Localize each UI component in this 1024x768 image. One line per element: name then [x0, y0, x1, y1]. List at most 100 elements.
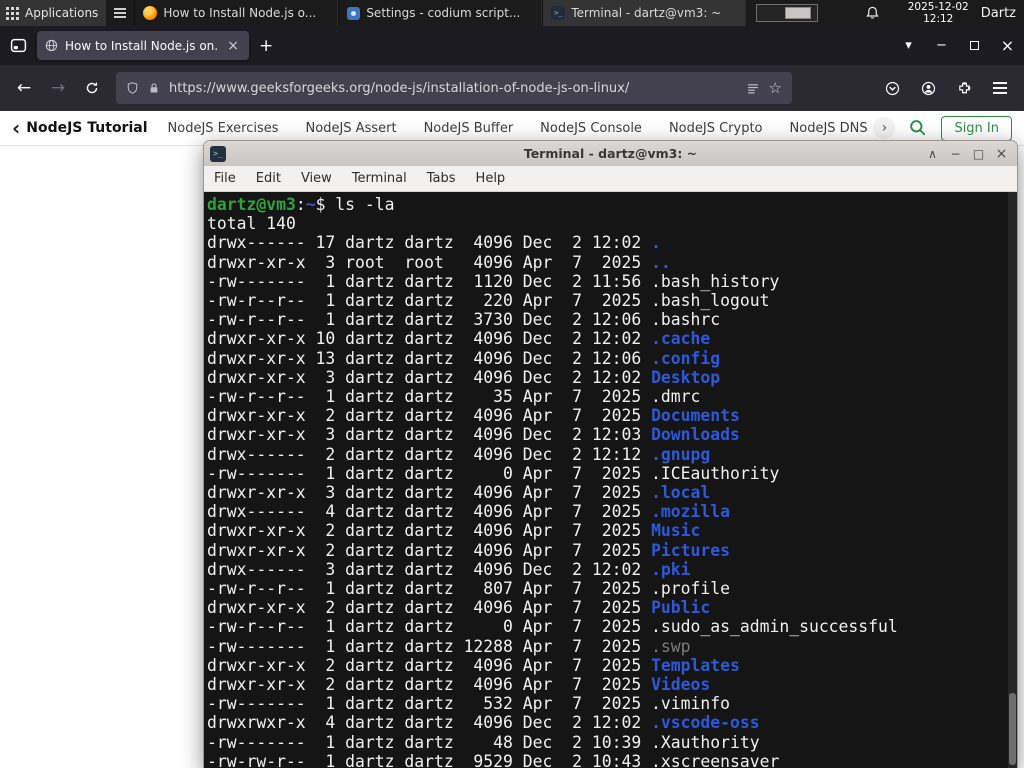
site-link-exercises[interactable]: NodeJS Exercises [168, 121, 279, 136]
terminal-line: drwx------ 2 dartz dartz 4096 Dec 2 12:1… [207, 444, 711, 464]
taskbar-item-settings[interactable]: Settings - codium script... [338, 0, 543, 26]
tab-bar: How to Install Node.js on... × + ▾ − × [0, 26, 1024, 65]
site-link-console[interactable]: NodeJS Console [540, 121, 642, 136]
close-button[interactable]: × [991, 26, 1024, 65]
terminal-line: drwxr-xr-x 3 dartz dartz 4096 Dec 2 12:0… [207, 425, 740, 445]
terminal-line: -rw------- 1 dartz dartz 48 Dec 2 10:39 … [207, 732, 760, 752]
menu-terminal[interactable]: Terminal [342, 166, 417, 191]
maximize-button[interactable] [958, 26, 991, 65]
terminal-line: drwxr-xr-x 13 dartz dartz 4096 Dec 2 12:… [207, 348, 721, 368]
terminal-line: -rw------- 1 dartz dartz 532 Apr 7 2025 … [207, 694, 731, 714]
list-tabs-icon[interactable]: ▾ [892, 26, 925, 65]
notification-bell-icon[interactable] [865, 5, 880, 21]
terminal-shade-icon[interactable]: ∧ [923, 144, 942, 163]
bookmark-star-icon[interactable]: ☆ [769, 79, 782, 97]
terminal-line: drwx------ 4 dartz dartz 4096 Apr 7 2025… [207, 502, 731, 522]
panel-clock[interactable]: 2025-12-02 12:12 [908, 1, 969, 25]
site-link-buffer[interactable]: NodeJS Buffer [424, 121, 514, 136]
pager-window-preview [785, 7, 812, 19]
menu-hamburger-icon[interactable] [984, 72, 1016, 104]
nav-next-icon[interactable]: › [873, 117, 896, 139]
maximize-icon [970, 41, 979, 50]
terminal-line: drwxr-xr-x 10 dartz dartz 4096 Dec 2 12:… [207, 329, 711, 349]
terminal-line: -rw------- 1 dartz dartz 1120 Dec 2 11:5… [207, 271, 780, 291]
nav-prev-icon[interactable]: ‹ [12, 116, 26, 140]
terminal-line: drwxr-xr-x 3 root root 4096 Apr 7 2025 .… [207, 252, 671, 272]
panel-menu-icon[interactable] [106, 8, 134, 18]
terminal-close-icon[interactable]: × [992, 144, 1011, 163]
terminal-line: drwx------ 3 dartz dartz 4096 Dec 2 12:0… [207, 559, 691, 579]
applications-grid-icon [6, 6, 19, 20]
settings-icon [347, 6, 361, 20]
terminal-line: drwxr-xr-x 2 dartz dartz 4096 Apr 7 2025… [207, 540, 731, 560]
terminal-line: -rw------- 1 dartz dartz 0 Apr 7 2025 .I… [207, 463, 780, 483]
terminal-line: dartz@vm3:~$ ls -la [207, 195, 395, 214]
reload-button[interactable] [76, 72, 108, 104]
url-bar[interactable]: https://www.geeksforgeeks.org/node-js/in… [116, 72, 792, 104]
reader-view-icon[interactable] [746, 82, 760, 95]
terminal-window-icon: >_ [210, 145, 226, 162]
terminal-line: -rw-r--r-- 1 dartz dartz 35 Apr 7 2025 .… [207, 387, 701, 407]
applications-label: Applications [25, 6, 99, 20]
extensions-puzzle-icon[interactable] [948, 72, 980, 104]
terminal-title: Terminal - dartz@vm3: ~ [523, 146, 698, 161]
terminal-line: -rw-r--r-- 1 dartz dartz 3730 Dec 2 12:0… [207, 310, 721, 330]
sign-in-button[interactable]: Sign In [941, 115, 1012, 141]
new-tab-button[interactable]: + [249, 36, 283, 56]
taskbar-item-firefox[interactable]: How to Install Node.js o... [134, 0, 339, 26]
terminal-menubar: File Edit View Terminal Tabs Help [204, 166, 1017, 192]
top-panel: Applications How to Install Node.js o...… [0, 0, 1024, 26]
menu-help[interactable]: Help [466, 166, 516, 191]
terminal-line: drwxr-xr-x 3 dartz dartz 4096 Apr 7 2025… [207, 483, 711, 503]
applications-menu[interactable]: Applications [0, 0, 107, 26]
site-nav-primary[interactable]: NodeJS Tutorial [26, 120, 147, 136]
site-link-assert[interactable]: NodeJS Assert [306, 121, 397, 136]
terminal-line: drwx------ 17 dartz dartz 4096 Dec 2 12:… [207, 233, 661, 253]
terminal-line: drwxr-xr-x 2 dartz dartz 4096 Apr 7 2025… [207, 521, 701, 541]
reload-icon [86, 82, 98, 94]
shield-icon[interactable] [126, 81, 139, 95]
terminal-icon: >_ [551, 6, 566, 20]
url-text: https://www.geeksforgeeks.org/node-js/in… [169, 80, 630, 96]
menu-edit[interactable]: Edit [246, 166, 291, 191]
tab-title: How to Install Node.js on... [65, 38, 219, 53]
menu-tabs[interactable]: Tabs [417, 166, 466, 191]
terminal-output[interactable]: dartz@vm3:~$ ls -la total 140 drwx------ 1… [204, 192, 1017, 768]
search-icon[interactable] [909, 119, 927, 137]
menu-view[interactable]: View [291, 166, 342, 191]
account-icon[interactable] [912, 72, 944, 104]
terminal-scrollbar[interactable] [1008, 192, 1017, 768]
browser-tab[interactable]: How to Install Node.js on... × [37, 31, 249, 60]
tab-close-icon[interactable]: × [225, 38, 241, 54]
terminal-line: total 140 [207, 214, 296, 234]
workspace-pager[interactable] [756, 4, 819, 22]
navigation-toolbar: ← → https://www.geeksforgeeks.org/node-j… [0, 65, 1024, 111]
taskbar-item-terminal[interactable]: >_ Terminal - dartz@vm3: ~ [542, 0, 747, 26]
minimize-button[interactable]: − [925, 26, 958, 65]
terminal-minimize-icon[interactable]: − [946, 144, 965, 163]
terminal-line: drwxr-xr-x 2 dartz dartz 4096 Apr 7 2025… [207, 406, 740, 426]
lock-icon[interactable] [148, 81, 160, 95]
terminal-line: drwxr-xr-x 3 dartz dartz 4096 Dec 2 12:0… [207, 367, 721, 387]
menu-file[interactable]: File [204, 166, 246, 191]
terminal-line: -rw-r--r-- 1 dartz dartz 0 Apr 7 2025 .s… [207, 617, 898, 637]
site-link-crypto[interactable]: NodeJS Crypto [669, 121, 763, 136]
terminal-titlebar[interactable]: >_ Terminal - dartz@vm3: ~ ∧ − □ × [204, 141, 1017, 166]
site-nav-links: NodeJS Exercises NodeJS Assert NodeJS Bu… [168, 121, 868, 136]
terminal-line: -rw-r--r-- 1 dartz dartz 807 Apr 7 2025 … [207, 579, 731, 599]
terminal-line: -rw-r--r-- 1 dartz dartz 220 Apr 7 2025 … [207, 291, 770, 311]
site-link-dns[interactable]: NodeJS DNS [790, 121, 868, 136]
terminal-line: -rw------- 1 dartz dartz 12288 Apr 7 202… [207, 636, 691, 656]
terminal-line: drwxr-xr-x 2 dartz dartz 4096 Apr 7 2025… [207, 675, 711, 695]
terminal-maximize-icon[interactable]: □ [969, 144, 988, 163]
clock-time: 12:12 [923, 13, 954, 25]
forward-button[interactable]: → [42, 72, 74, 104]
terminal-scrollbar-thumb[interactable] [1009, 693, 1016, 765]
terminal-line: drwxrwxr-x 4 dartz dartz 4096 Dec 2 12:0… [207, 713, 760, 733]
terminal-window: >_ Terminal - dartz@vm3: ~ ∧ − □ × File … [203, 140, 1018, 768]
back-button[interactable]: ← [8, 72, 40, 104]
clock-date: 2025-12-02 [907, 1, 969, 13]
firefox-view-icon[interactable] [10, 37, 27, 54]
pocket-icon[interactable] [876, 72, 908, 104]
terminal-line: drwxr-xr-x 2 dartz dartz 4096 Apr 7 2025… [207, 598, 711, 618]
